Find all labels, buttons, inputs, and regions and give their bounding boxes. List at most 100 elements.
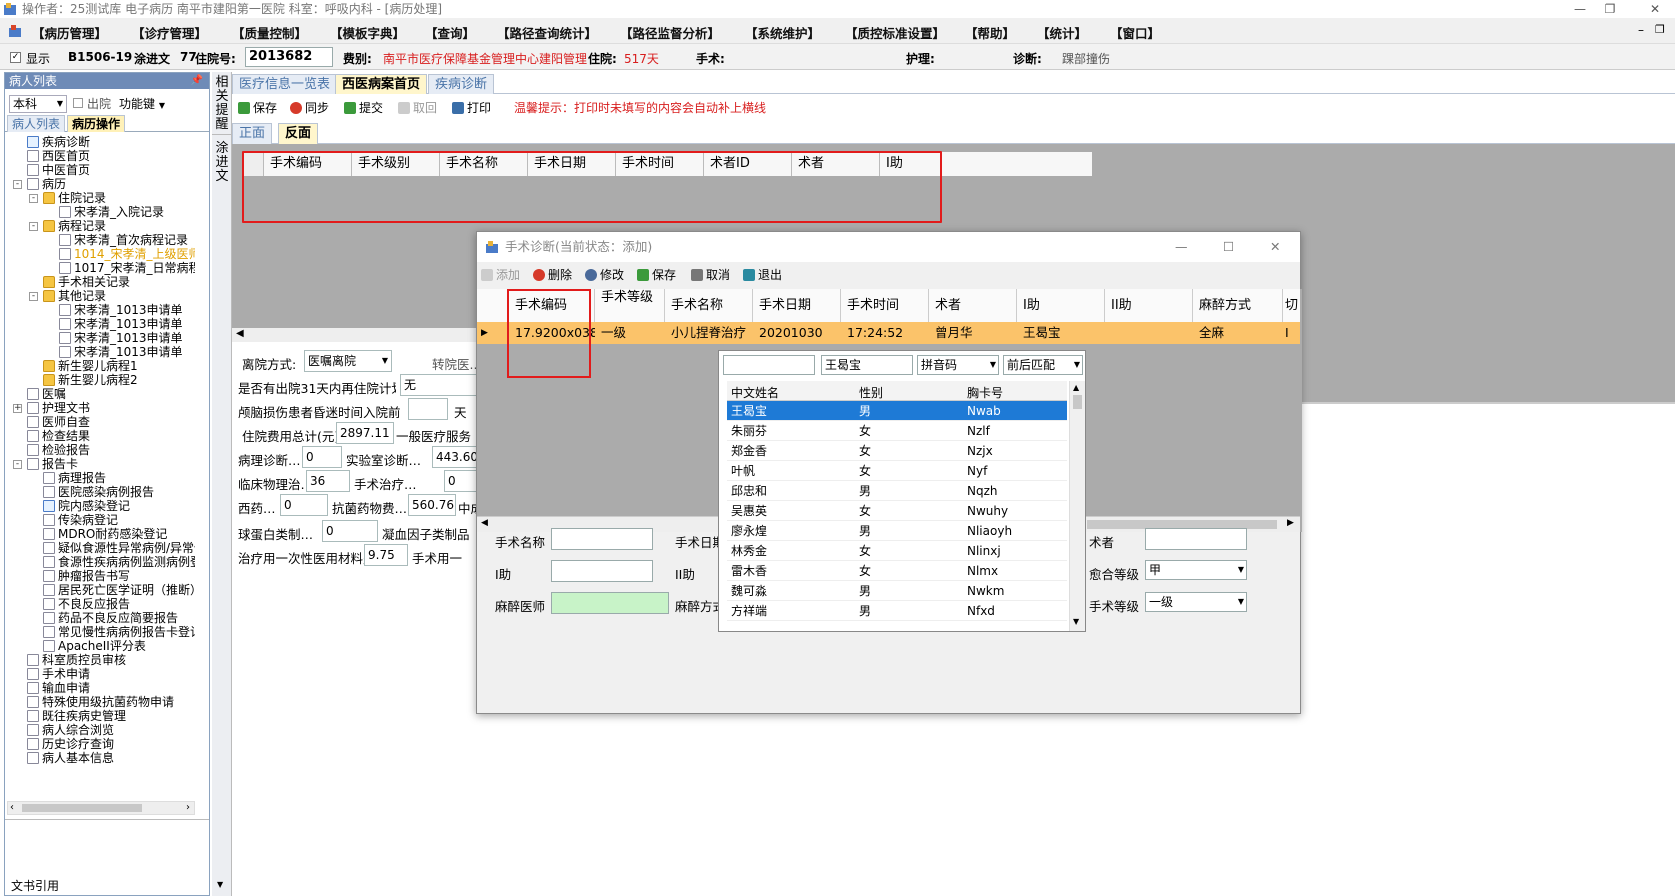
tree-item[interactable]: 历史诊疗查询: [27, 737, 114, 751]
picker-scroll-down-icon[interactable]: ▼: [1073, 617, 1079, 626]
antibiotic-field[interactable]: 560.76: [408, 494, 456, 516]
total-cost-field[interactable]: 2897.11: [336, 422, 394, 444]
sync-button[interactable]: 同步: [290, 98, 329, 118]
anesthetist-field[interactable]: [551, 592, 669, 614]
dialog-close-icon[interactable]: ✕: [1270, 232, 1280, 262]
tree-item[interactable]: 宋孝清_首次病程记录: [59, 233, 188, 247]
tree-item[interactable]: 护理文书: [27, 401, 90, 415]
tree-item[interactable]: 科室质控员审核: [27, 653, 126, 667]
related-reminder-tab[interactable]: 相关提醒: [215, 76, 229, 132]
retract-button[interactable]: 取回: [398, 98, 437, 118]
dialog-delete-button[interactable]: 删除: [533, 265, 572, 285]
dcol-surgery-time[interactable]: 手术时间: [841, 289, 929, 322]
picker-row[interactable]: 朱丽芬 女 Nzlf: [727, 421, 1067, 441]
dcol-surgery-date[interactable]: 手术日期: [753, 289, 841, 322]
menu-help[interactable]: 【帮助】: [965, 23, 1015, 42]
dcol-anesthesia[interactable]: 麻醉方式: [1193, 289, 1283, 322]
collapse-icon[interactable]: -: [13, 460, 22, 469]
picker-vscrollbar[interactable]: ▲ ▼: [1069, 381, 1085, 631]
dept-select[interactable]: 本科 ▼: [9, 95, 67, 113]
tree-item[interactable]: 宋孝清_1013申请单: [59, 331, 183, 345]
tree-item[interactable]: 疑似食源性异常病例/异常健康事件报告: [43, 541, 195, 555]
healing-select[interactable]: 甲 ▼: [1145, 560, 1247, 580]
tree-item[interactable]: 特殊使用级抗菌药物申请: [27, 695, 174, 709]
menu-path-supervision[interactable]: 【路径监督分析】: [620, 23, 720, 42]
menu-window[interactable]: 【窗口】: [1110, 23, 1160, 42]
tree-item[interactable]: MDRO耐药感染登记: [43, 527, 167, 541]
collapse-icon[interactable]: -: [29, 222, 38, 231]
dialog-add-button[interactable]: 添加: [481, 265, 520, 285]
dialog-maximize-icon[interactable]: ☐: [1223, 232, 1234, 262]
dialog-exit-button[interactable]: 退出: [743, 265, 782, 285]
tree-item[interactable]: 宋孝清_入院记录: [59, 205, 164, 219]
picker-name-field[interactable]: 王曷宝: [821, 355, 913, 375]
dcol-surgery-name[interactable]: 手术名称: [665, 289, 753, 322]
tree-item[interactable]: 疾病诊断: [27, 135, 90, 149]
menu-template-dictionary[interactable]: 【模板字典】: [330, 23, 405, 42]
tree-item[interactable]: 病理报告: [43, 471, 106, 485]
scroll-thumb[interactable]: [22, 804, 142, 812]
material-field[interactable]: 9.75: [364, 544, 408, 566]
tree-item[interactable]: 新生婴儿病程1: [43, 359, 138, 373]
patient-name-tab[interactable]: 涂进文: [215, 142, 229, 184]
strip-scroll-down-icon[interactable]: ▼: [217, 880, 223, 889]
tab-patient-list[interactable]: 病人列表: [7, 115, 66, 132]
tree-item[interactable]: 住院记录: [43, 191, 106, 205]
menu-quality-control[interactable]: 【质量控制】: [232, 23, 307, 42]
pinyin-select[interactable]: 拼音码 ▼: [917, 355, 999, 375]
document-reference-label[interactable]: 文书引用: [11, 877, 59, 894]
scroll-right-icon[interactable]: ›: [186, 802, 190, 813]
picker-row[interactable]: 林秀金 女 Nlinxj: [727, 541, 1067, 561]
tree-item[interactable]: 宋孝清_1013申请单: [59, 303, 183, 317]
picker-row[interactable]: 邱忠和 男 Nqzh: [727, 481, 1067, 501]
dcol-assist1[interactable]: I助: [1017, 289, 1105, 322]
close-icon[interactable]: ✕: [1645, 0, 1665, 18]
tree-item[interactable]: 食源性疾病病例监测病例登记: [43, 555, 195, 569]
tree-item[interactable]: 传染病登记: [43, 513, 118, 527]
scroll-left-icon[interactable]: ‹: [10, 802, 14, 813]
coma-field[interactable]: [408, 398, 448, 420]
cell-surgery-grade[interactable]: 一级: [595, 322, 665, 344]
tree-item[interactable]: 医院感染病例报告: [43, 485, 154, 499]
dialog-save-button[interactable]: 保存: [637, 265, 676, 285]
dialog-grid-row[interactable]: ▶ 17.9200x038 一级 小儿捏脊治疗 20201030 17:24:5…: [477, 322, 1300, 344]
menu-path-query-stats[interactable]: 【路径查询统计】: [497, 23, 597, 42]
menu-record-management[interactable]: 【病历管理】: [32, 23, 107, 42]
tab-western-case-first-page[interactable]: 西医病案首页: [335, 74, 428, 94]
hosp-no-field[interactable]: 2013682: [245, 47, 333, 67]
tree-item[interactable]: 输血申请: [27, 681, 90, 695]
mdi-minimize-icon[interactable]: –: [1638, 23, 1644, 37]
tree-item[interactable]: 宋孝清_1013申请单: [59, 317, 183, 331]
menu-query[interactable]: 【查询】: [425, 23, 475, 42]
tab-back-side[interactable]: 反面: [278, 123, 319, 144]
tree-item[interactable]: 院内感染登记: [43, 499, 130, 513]
tree-item[interactable]: 新生婴儿病程2: [43, 373, 138, 387]
cell-assist2[interactable]: [1105, 322, 1193, 344]
print-button[interactable]: 打印: [452, 98, 491, 118]
tree-item[interactable]: 西医首页: [27, 149, 90, 163]
tab-medical-info-overview[interactable]: 医疗信息一览表: [232, 74, 338, 94]
pin-icon[interactable]: 📌: [191, 73, 203, 89]
tree-item[interactable]: 居民死亡医学证明（推断）书: [43, 583, 195, 597]
tree-item[interactable]: ApacheII评分表: [43, 639, 146, 653]
grade-select[interactable]: 一级 ▼: [1145, 592, 1247, 612]
minimize-icon[interactable]: —: [1570, 0, 1590, 18]
picker-search-field[interactable]: [723, 355, 815, 375]
tab-disease-diagnosis[interactable]: 疾病诊断: [428, 74, 495, 94]
tree-item[interactable]: 手术相关记录: [43, 275, 130, 289]
tree-item[interactable]: 病历: [27, 177, 66, 191]
collapse-icon[interactable]: -: [29, 292, 38, 301]
picker-row[interactable]: 方祥端 男 Nfxd: [727, 601, 1067, 621]
cell-assist1[interactable]: 王曷宝: [1017, 322, 1105, 344]
menu-statistics[interactable]: 【统计】: [1037, 23, 1087, 42]
picker-row[interactable]: 吴惠英 女 Nwuhy: [727, 501, 1067, 521]
tree-item[interactable]: 肿瘤报告书写: [43, 569, 130, 583]
submit-button[interactable]: 提交: [344, 98, 383, 118]
dcol-surgery-grade[interactable]: 手术等级: [595, 289, 665, 322]
surgery-name-field[interactable]: [551, 528, 653, 550]
tree-item[interactable]: 其他记录: [43, 289, 106, 303]
western-field[interactable]: 0: [280, 494, 328, 516]
dcol-assist2[interactable]: II助: [1105, 289, 1193, 322]
tab-front-side[interactable]: 正面: [232, 123, 273, 144]
tree-item[interactable]: 检验报告: [27, 443, 90, 457]
